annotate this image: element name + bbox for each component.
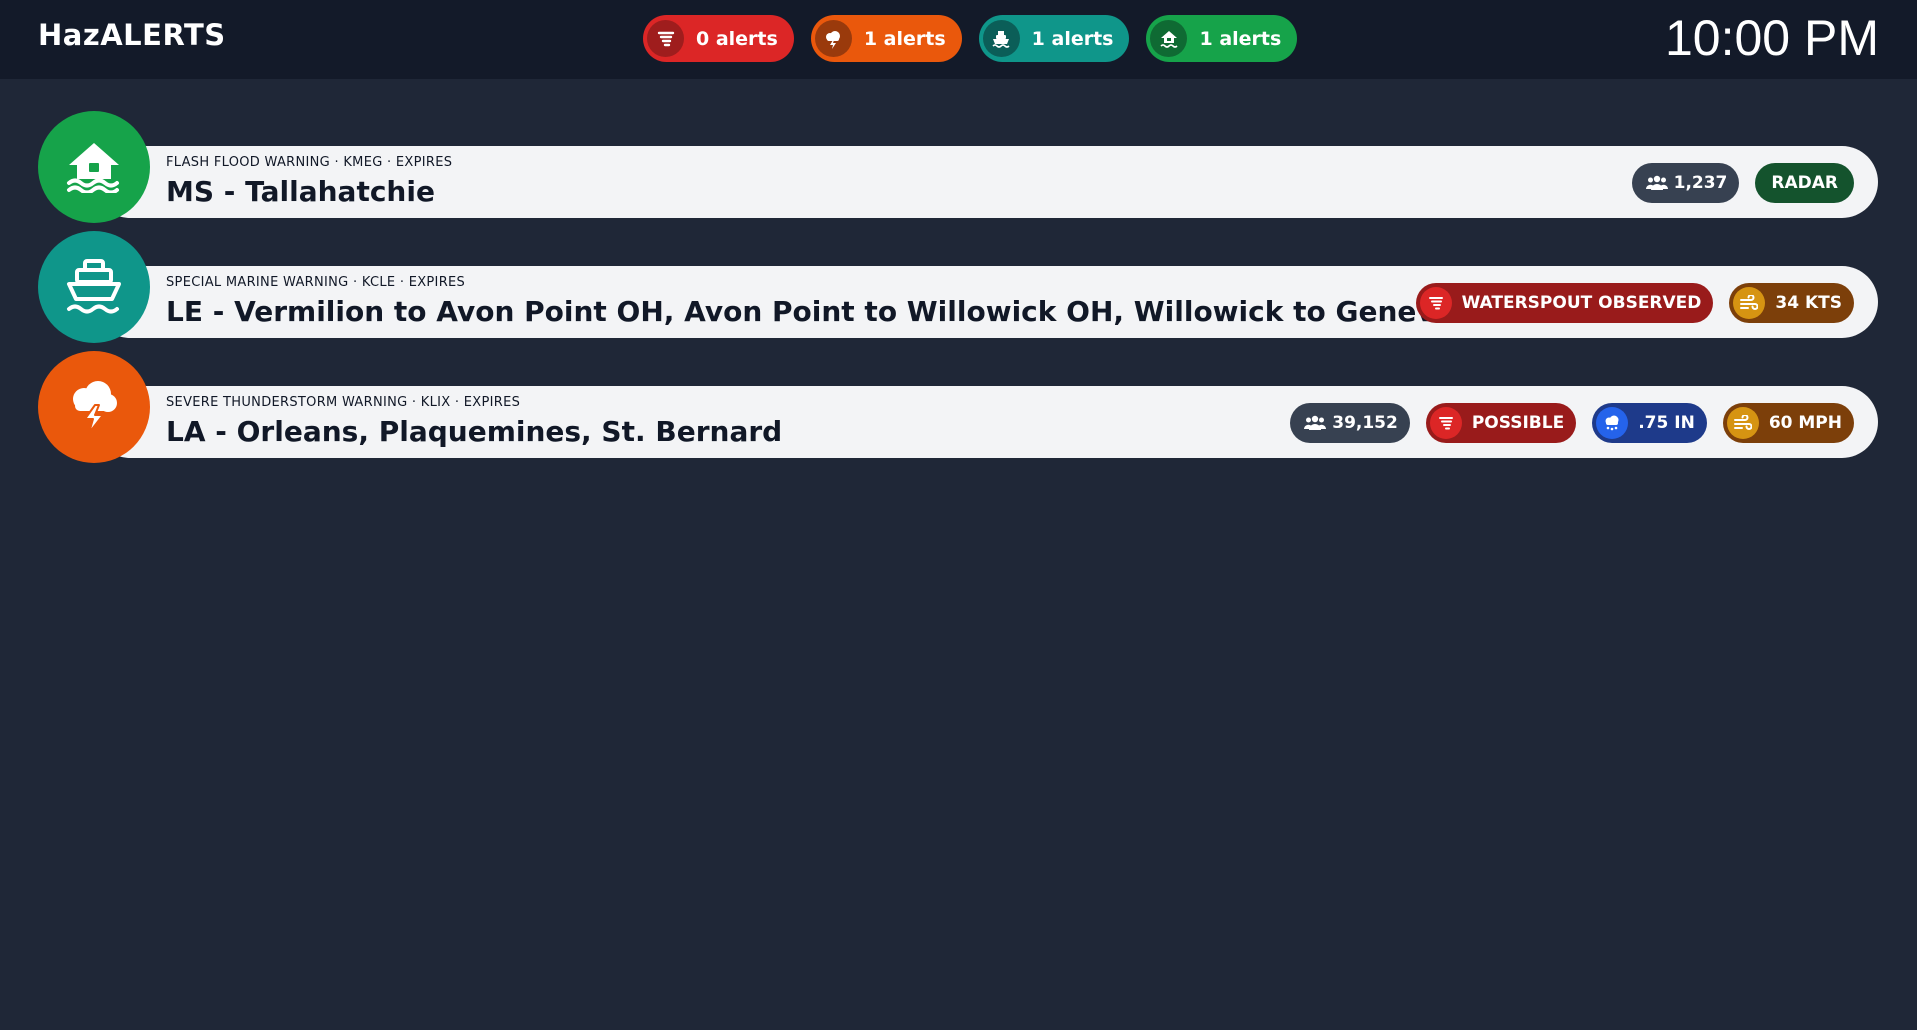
alert-area: LE - Vermilion to Avon Point OH, Avon Po…	[166, 295, 1476, 328]
hail-value: .75 IN	[1638, 413, 1695, 433]
thunderstorm-icon	[814, 20, 852, 57]
population-value: 39,152	[1332, 413, 1398, 433]
wind-badge: 60 MPH	[1722, 403, 1854, 443]
flood-alert-counter[interactable]: 1 alerts	[1146, 15, 1298, 62]
radar-button[interactable]: RADAR	[1755, 163, 1854, 203]
alert-meta: FLASH FLOOD WARNING · KMEG · EXPIRES	[166, 155, 453, 170]
ship-icon	[982, 20, 1020, 57]
people-icon	[1645, 175, 1668, 191]
alert-row[interactable]: SEVERE THUNDERSTORM WARNING · KLIX · EXP…	[38, 351, 1878, 463]
clock: 10:00 PM	[1664, 10, 1879, 66]
alert-meta: SEVERE THUNDERSTORM WARNING · KLIX · EXP…	[166, 395, 521, 410]
wind-icon	[1733, 287, 1766, 319]
alert-badges: 39,152 POSSIBLE .75 IN 60 MPH	[1290, 403, 1854, 443]
ship-icon	[38, 231, 150, 343]
counter-label: 0 alerts	[696, 27, 778, 50]
alert-row[interactable]: SPECIAL MARINE WARNING · KCLE · EXPIRES …	[38, 231, 1878, 343]
population-value: 1,237	[1673, 173, 1728, 193]
alert-row[interactable]: FLASH FLOOD WARNING · KMEG · EXPIRES MS …	[38, 111, 1878, 223]
alert-counters: 0 alerts 1 alerts 1 alerts 1 alerts	[643, 15, 1298, 62]
wind-badge: 34 KTS	[1729, 283, 1854, 323]
flood-house-icon	[38, 111, 150, 223]
counter-label: 1 alerts	[863, 27, 946, 50]
tornado-badge: WATERSPOUT OBSERVED	[1415, 283, 1714, 323]
app-title: HazALERTS	[38, 18, 226, 52]
tornado-icon	[1419, 287, 1452, 319]
alert-meta: SPECIAL MARINE WARNING · KCLE · EXPIRES	[166, 275, 466, 290]
wind-value: 34 KTS	[1775, 293, 1842, 313]
hail-icon	[1596, 407, 1629, 439]
tornado-badge: POSSIBLE	[1425, 403, 1577, 443]
counter-label: 1 alerts	[1199, 27, 1282, 50]
wind-value: 60 MPH	[1768, 413, 1842, 433]
thunderstorm-alert-counter[interactable]: 1 alerts	[810, 15, 962, 62]
top-bar: HazALERTS 0 alerts 1 alerts 1 alerts 1 a…	[0, 0, 1917, 79]
tornado-alert-counter[interactable]: 0 alerts	[643, 15, 794, 62]
alert-badges: WATERSPOUT OBSERVED 34 KTS	[1415, 283, 1854, 323]
flood-house-icon	[1150, 20, 1188, 57]
wind-icon	[1726, 407, 1759, 439]
tornado-icon	[1429, 407, 1462, 439]
thunderstorm-icon	[38, 351, 150, 463]
tornado-value: WATERSPOUT OBSERVED	[1461, 293, 1702, 313]
tornado-value: POSSIBLE	[1471, 413, 1565, 433]
marine-alert-counter[interactable]: 1 alerts	[978, 15, 1130, 62]
population-badge: 39,152	[1290, 403, 1410, 443]
alert-area: MS - Tallahatchie	[166, 175, 435, 208]
people-icon	[1304, 415, 1327, 431]
hail-badge: .75 IN	[1592, 403, 1707, 443]
alert-badges: 1,237 RADAR	[1631, 163, 1854, 203]
counter-label: 1 alerts	[1031, 27, 1114, 50]
tornado-icon	[647, 20, 684, 57]
population-badge: 1,237	[1631, 163, 1740, 203]
alert-area: LA - Orleans, Plaquemines, St. Bernard	[166, 415, 783, 448]
